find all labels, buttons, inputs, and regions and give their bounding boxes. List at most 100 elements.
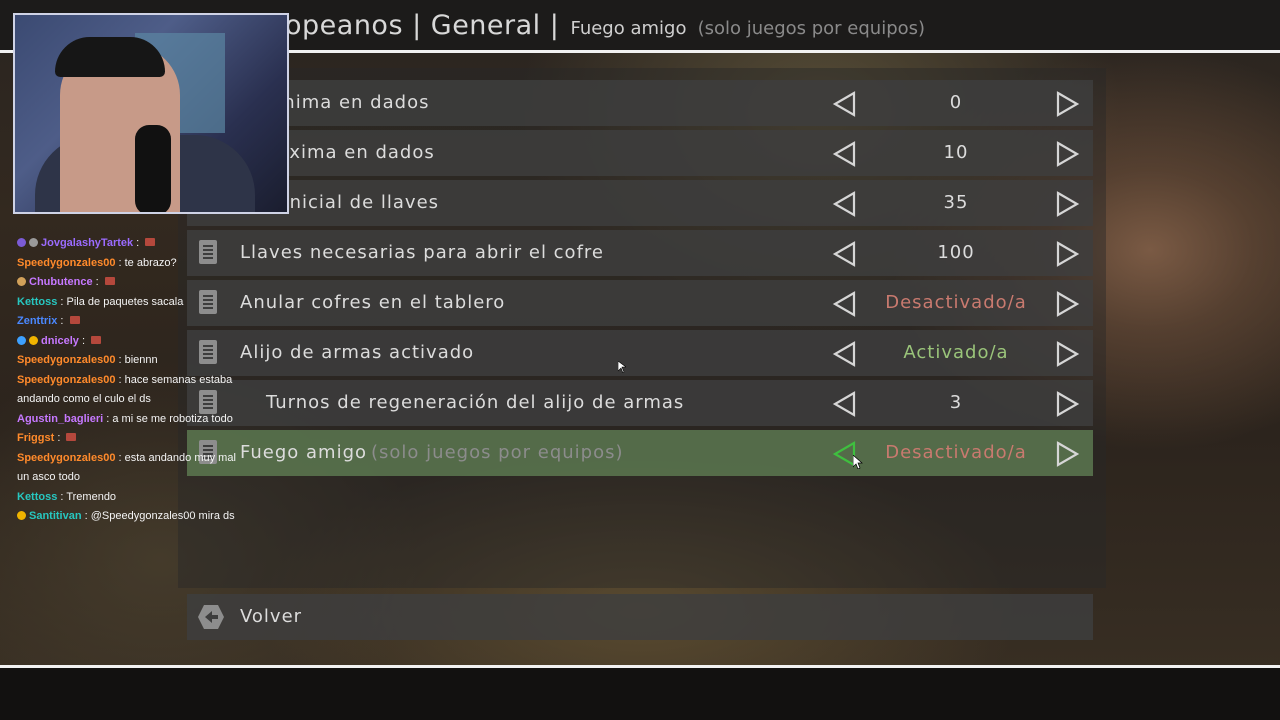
setting-label-text: Anular cofres en el tablero [240, 292, 506, 313]
pointer-cursor-icon [853, 455, 863, 469]
chat-text: @Speedygonzales00 mira ds [90, 510, 235, 522]
arrow-left-icon[interactable] [832, 341, 858, 367]
chat-username[interactable]: Friggst [17, 432, 54, 444]
chat-message: dnicely : [17, 332, 242, 352]
arrow-right-icon[interactable] [1054, 391, 1080, 417]
chat-username[interactable]: Chubutence [29, 276, 93, 288]
setting-label-text: Turnos de regeneración del alijo de arma… [266, 392, 685, 413]
chat-badge-icon [29, 335, 38, 345]
arrow-right-icon[interactable] [1054, 241, 1080, 267]
chat-separator: : [103, 412, 113, 425]
setting-label-text: Alijo de armas activado [240, 342, 475, 363]
arrow-left-icon[interactable] [832, 391, 858, 417]
chat-badge-icon [29, 238, 38, 247]
arrow-left-icon[interactable] [832, 291, 858, 317]
arrow-left-icon[interactable] [832, 241, 858, 267]
setting-row[interactable]: a mínima en dados 0 [187, 80, 1093, 126]
breadcrumb: opeanos | General | [285, 10, 560, 41]
webcam-overlay [13, 13, 289, 214]
setting-row[interactable]: Alijo de armas activado Activado/a [187, 330, 1093, 376]
setting-row[interactable]: a máxima en dados 10 [187, 130, 1093, 176]
chat-separator: : [81, 510, 91, 522]
chat-message: JovgalashyTartek : [17, 234, 242, 254]
chat-message: Chubutence : [17, 273, 242, 293]
arrow-left-icon[interactable] [832, 91, 858, 117]
chat-emote-icon [91, 335, 102, 344]
setting-row[interactable]: dad inicial de llaves 35 [187, 180, 1093, 226]
chat-username[interactable]: dnicely [41, 335, 79, 347]
chat-badge-icon [17, 511, 26, 520]
chat-username[interactable]: Speedygonzales00 [17, 354, 115, 366]
chat-username[interactable]: Speedygonzales00 [17, 452, 115, 464]
setting-label-text: Llaves necesarias para abrir el cofre [240, 242, 604, 263]
arrow-left-icon[interactable] [832, 191, 858, 217]
arrow-right-icon[interactable] [1054, 341, 1080, 367]
chat-separator: : [133, 237, 143, 249]
setting-value: 10 [943, 142, 969, 163]
chat-separator: : [115, 354, 125, 366]
chat-separator: : [115, 256, 125, 269]
setting-value: Desactivado/a [885, 442, 1027, 463]
chat-separator: : [57, 315, 67, 327]
chat-badge-icon [17, 335, 26, 345]
arrow-left-icon[interactable] [832, 141, 858, 167]
chat-username[interactable]: Kettoss [17, 491, 57, 503]
chat-message: Kettoss : Pila de paquetes sacala [17, 293, 242, 313]
webcam-cap [55, 37, 165, 77]
setting-value: 35 [943, 192, 969, 213]
chat-text: Tremendo [66, 490, 117, 503]
setting-label: Fuego amigo (solo juegos por equipos) [240, 442, 624, 463]
setting-label-hint: (solo juegos por equipos) [371, 442, 624, 463]
chat-overlay: JovgalashyTartek : Speedygonzales00 : te… [17, 234, 242, 527]
chat-username[interactable]: JovgalashyTartek [41, 237, 133, 249]
chat-username[interactable]: Speedygonzales00 [17, 374, 115, 386]
chat-separator: : [54, 432, 64, 444]
chat-emote-icon [104, 277, 115, 285]
setting-value: 100 [937, 242, 975, 263]
chat-separator: : [115, 373, 125, 386]
chat-message: Friggst : [17, 429, 242, 449]
chat-text: Pila de paquetes sacala [66, 295, 184, 308]
chat-message: Speedygonzales00 : te abrazo? [17, 254, 242, 274]
chat-username[interactable]: Speedygonzales00 [17, 257, 115, 269]
chat-text: te abrazo? [124, 256, 177, 269]
chat-separator: : [57, 490, 67, 503]
setting-label: Turnos de regeneración del alijo de arma… [266, 392, 684, 413]
arrow-right-icon[interactable] [1054, 291, 1080, 317]
arrow-right-icon[interactable] [1054, 91, 1080, 117]
arrow-right-icon[interactable] [1054, 441, 1080, 467]
chat-username[interactable]: Santitivan [29, 510, 82, 522]
setting-value: 0 [949, 92, 963, 113]
setting-row[interactable]: Llaves necesarias para abrir el cofre 100 [187, 230, 1093, 276]
chat-message: Kettoss : Tremendo [17, 488, 242, 508]
setting-label: Llaves necesarias para abrir el cofre [240, 242, 604, 263]
current-setting-title: Fuego amigo [570, 18, 687, 39]
chat-message: Zenttrix : [17, 312, 242, 332]
arrow-right-icon[interactable] [1054, 141, 1080, 167]
microphone-icon [135, 125, 171, 212]
back-button[interactable]: Volver [187, 594, 1093, 640]
chat-emote-icon [145, 238, 156, 246]
chat-message: Speedygonzales00 : biennn [17, 351, 242, 371]
chat-username[interactable]: Agustin_baglieri [17, 413, 103, 425]
chat-separator: : [57, 295, 67, 308]
chat-message: Agustin_baglieri : a mi se me robotiza t… [17, 410, 242, 430]
back-hexagon-icon [198, 605, 224, 629]
chat-message: Speedygonzales00 : esta andando muy mal … [17, 449, 242, 488]
chat-message: Santitivan : @Speedygonzales00 mira ds [17, 507, 242, 527]
chat-emote-icon [69, 316, 80, 324]
arrow-right-icon[interactable] [1054, 191, 1080, 217]
setting-label-text: Fuego amigo [240, 442, 368, 463]
setting-value: 3 [949, 392, 963, 413]
setting-label: Anular cofres en el tablero [240, 292, 505, 313]
chat-separator: : [115, 451, 125, 464]
setting-row[interactable]: Fuego amigo (solo juegos por equipos) Desa… [187, 430, 1093, 476]
back-button-label: Volver [240, 606, 303, 627]
setting-row[interactable]: Anular cofres en el tablero Desactivado/a [187, 280, 1093, 326]
setting-row[interactable]: Turnos de regeneración del alijo de arma… [187, 380, 1093, 426]
current-setting-hint: (solo juegos por equipos) [697, 18, 926, 39]
setting-label: Alijo de armas activado [240, 342, 474, 363]
setting-value: Activado/a [903, 342, 1009, 363]
chat-username[interactable]: Zenttrix [17, 315, 57, 327]
chat-username[interactable]: Kettoss [17, 296, 57, 308]
